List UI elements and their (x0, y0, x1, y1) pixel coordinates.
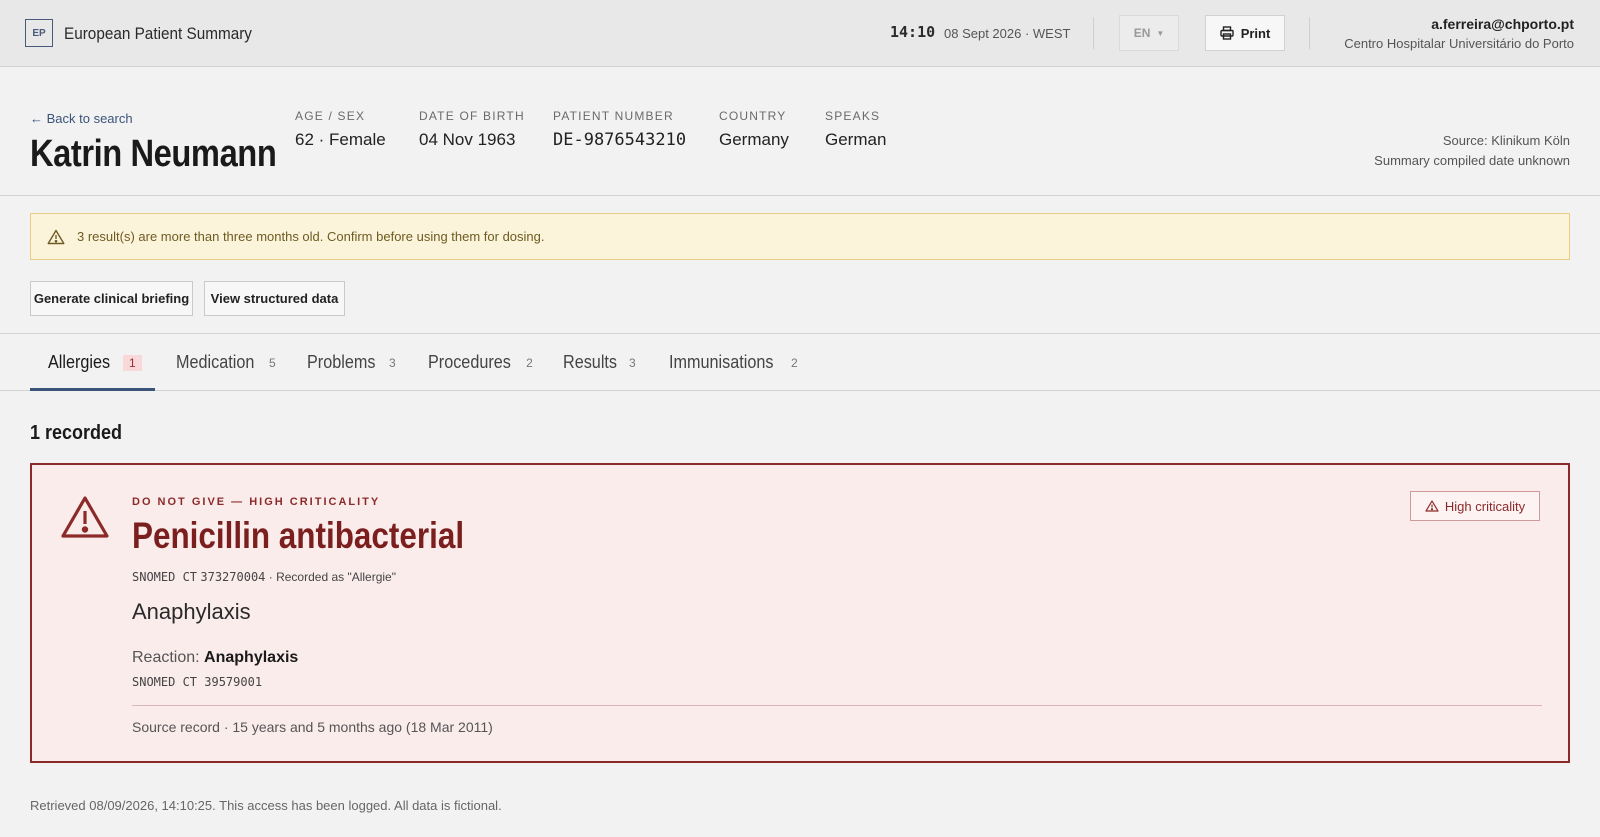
code-value: 373270004 (200, 570, 266, 584)
generate-briefing-button[interactable]: Generate clinical briefing (30, 281, 193, 316)
user-organisation: Centro Hospitalar Universitário do Porto (1344, 36, 1574, 51)
warning-icon (47, 229, 65, 244)
tab-label: Immunisations (669, 352, 774, 372)
back-to-search-link[interactable]: ← Back to search (30, 111, 133, 126)
chevron-down-icon: ▼ (1156, 28, 1165, 38)
divider (1093, 17, 1094, 49)
criticality-kicker: DO NOT GIVE — HIGH CRITICALITY (132, 496, 381, 508)
tab-procedures[interactable]: Procedures 2 (428, 334, 533, 391)
warning-icon (1425, 500, 1439, 512)
user-email: a.ferreira@chporto.pt (1431, 16, 1574, 32)
manifestation: Anaphylaxis (132, 599, 251, 624)
field-label: DATE OF BIRTH (419, 109, 525, 123)
reaction-code: SNOMED CT 39579001 (132, 675, 263, 689)
badge-label: High criticality (1444, 498, 1526, 514)
field-speaks: SPEAKS German (825, 109, 886, 150)
substance-code: SNOMED CT 373270004 · Recorded as "Aller… (132, 570, 396, 584)
field-value: DE-9876543210 (553, 130, 687, 150)
code-system: SNOMED CT (132, 570, 198, 584)
divider (1309, 17, 1310, 49)
section-tabs: Allergies 1 Medication 5 Problems 3 Proc… (0, 333, 1600, 391)
tab-label: Medication (176, 352, 255, 372)
language-select[interactable]: EN ▼ (1119, 15, 1179, 51)
clock-time: 14:10 (890, 23, 936, 41)
reaction-value: Anaphylaxis (204, 649, 299, 666)
reaction: Reaction: Anaphylaxis (132, 649, 298, 667)
field-value: Germany (719, 130, 789, 149)
summary-source: Source: Klinikum Köln Summary compiled d… (1374, 131, 1570, 171)
field-value: 62 · Female (295, 130, 386, 149)
tab-problems[interactable]: Problems 3 (307, 334, 396, 391)
tab-count: 2 (526, 355, 533, 370)
patient-name: Katrin Neumann (30, 133, 277, 175)
field-label: COUNTRY (719, 109, 787, 123)
card-divider (132, 705, 1542, 706)
field-label: AGE / SEX (295, 109, 366, 123)
app-logo: EP (25, 19, 53, 47)
field-label: PATIENT NUMBER (553, 109, 674, 123)
tab-label: Problems (307, 352, 376, 372)
tab-label: Results (563, 352, 618, 372)
clock-date: 08 Sept 2026 · WEST (944, 26, 1071, 41)
alert-triangle-icon (61, 496, 109, 538)
reaction-label: Reaction: (132, 649, 200, 666)
field-patient-number: PATIENT NUMBER DE-9876543210 (553, 109, 686, 150)
stale-results-warning: 3 result(s) are more than three months o… (30, 213, 1570, 260)
warning-text: 3 result(s) are more than three months o… (77, 229, 545, 244)
tab-results[interactable]: Results 3 (563, 334, 636, 391)
criticality-badge: High criticality (1410, 491, 1540, 521)
access-footer: Retrieved 08/09/2026, 14:10:25. This acc… (30, 798, 502, 813)
language-value: EN (1133, 26, 1151, 40)
patient-header: ← Back to search Katrin Neumann AGE / SE… (0, 67, 1600, 196)
tab-count: 2 (791, 355, 798, 370)
tab-allergies[interactable]: Allergies 1 (48, 334, 142, 391)
tab-label: Procedures (428, 352, 511, 372)
tab-label: Allergies (48, 352, 111, 372)
recorded-count: 1 recorded (30, 422, 123, 444)
tab-count: 5 (269, 355, 276, 370)
field-country: COUNTRY Germany (719, 109, 789, 150)
recorded-as: · Recorded as "Allergie" (268, 570, 396, 584)
print-label: Print (1240, 25, 1271, 41)
source-record: Source record · 15 years and 5 months ag… (132, 719, 493, 735)
field-date-of-birth: DATE OF BIRTH 04 Nov 1963 (419, 109, 525, 150)
view-structured-data-button[interactable]: View structured data (204, 281, 345, 316)
active-tab-indicator (30, 388, 155, 391)
print-button[interactable]: Print (1205, 15, 1285, 51)
source-name: Source: Klinikum Köln (1442, 133, 1570, 148)
field-age-sex: AGE / SEX 62 · Female (295, 109, 386, 150)
tab-immunisations[interactable]: Immunisations 2 (669, 334, 798, 391)
field-label: SPEAKS (825, 109, 881, 123)
top-bar: EP European Patient Summary 14:10 08 Sep… (0, 0, 1600, 67)
tab-count: 3 (389, 355, 396, 370)
allergy-card: DO NOT GIVE — HIGH CRITICALITY Penicilli… (30, 463, 1570, 763)
app-title: European Patient Summary (64, 24, 252, 43)
compiled-date: Summary compiled date unknown (1374, 153, 1570, 168)
tab-count: 1 (123, 354, 142, 371)
tab-medication[interactable]: Medication 5 (176, 334, 276, 391)
field-value: German (825, 130, 887, 149)
allergy-substance: Penicillin antibacterial (132, 515, 465, 556)
printer-icon (1219, 26, 1234, 40)
tab-count: 3 (629, 355, 636, 370)
field-value: 04 Nov 1963 (419, 130, 516, 149)
